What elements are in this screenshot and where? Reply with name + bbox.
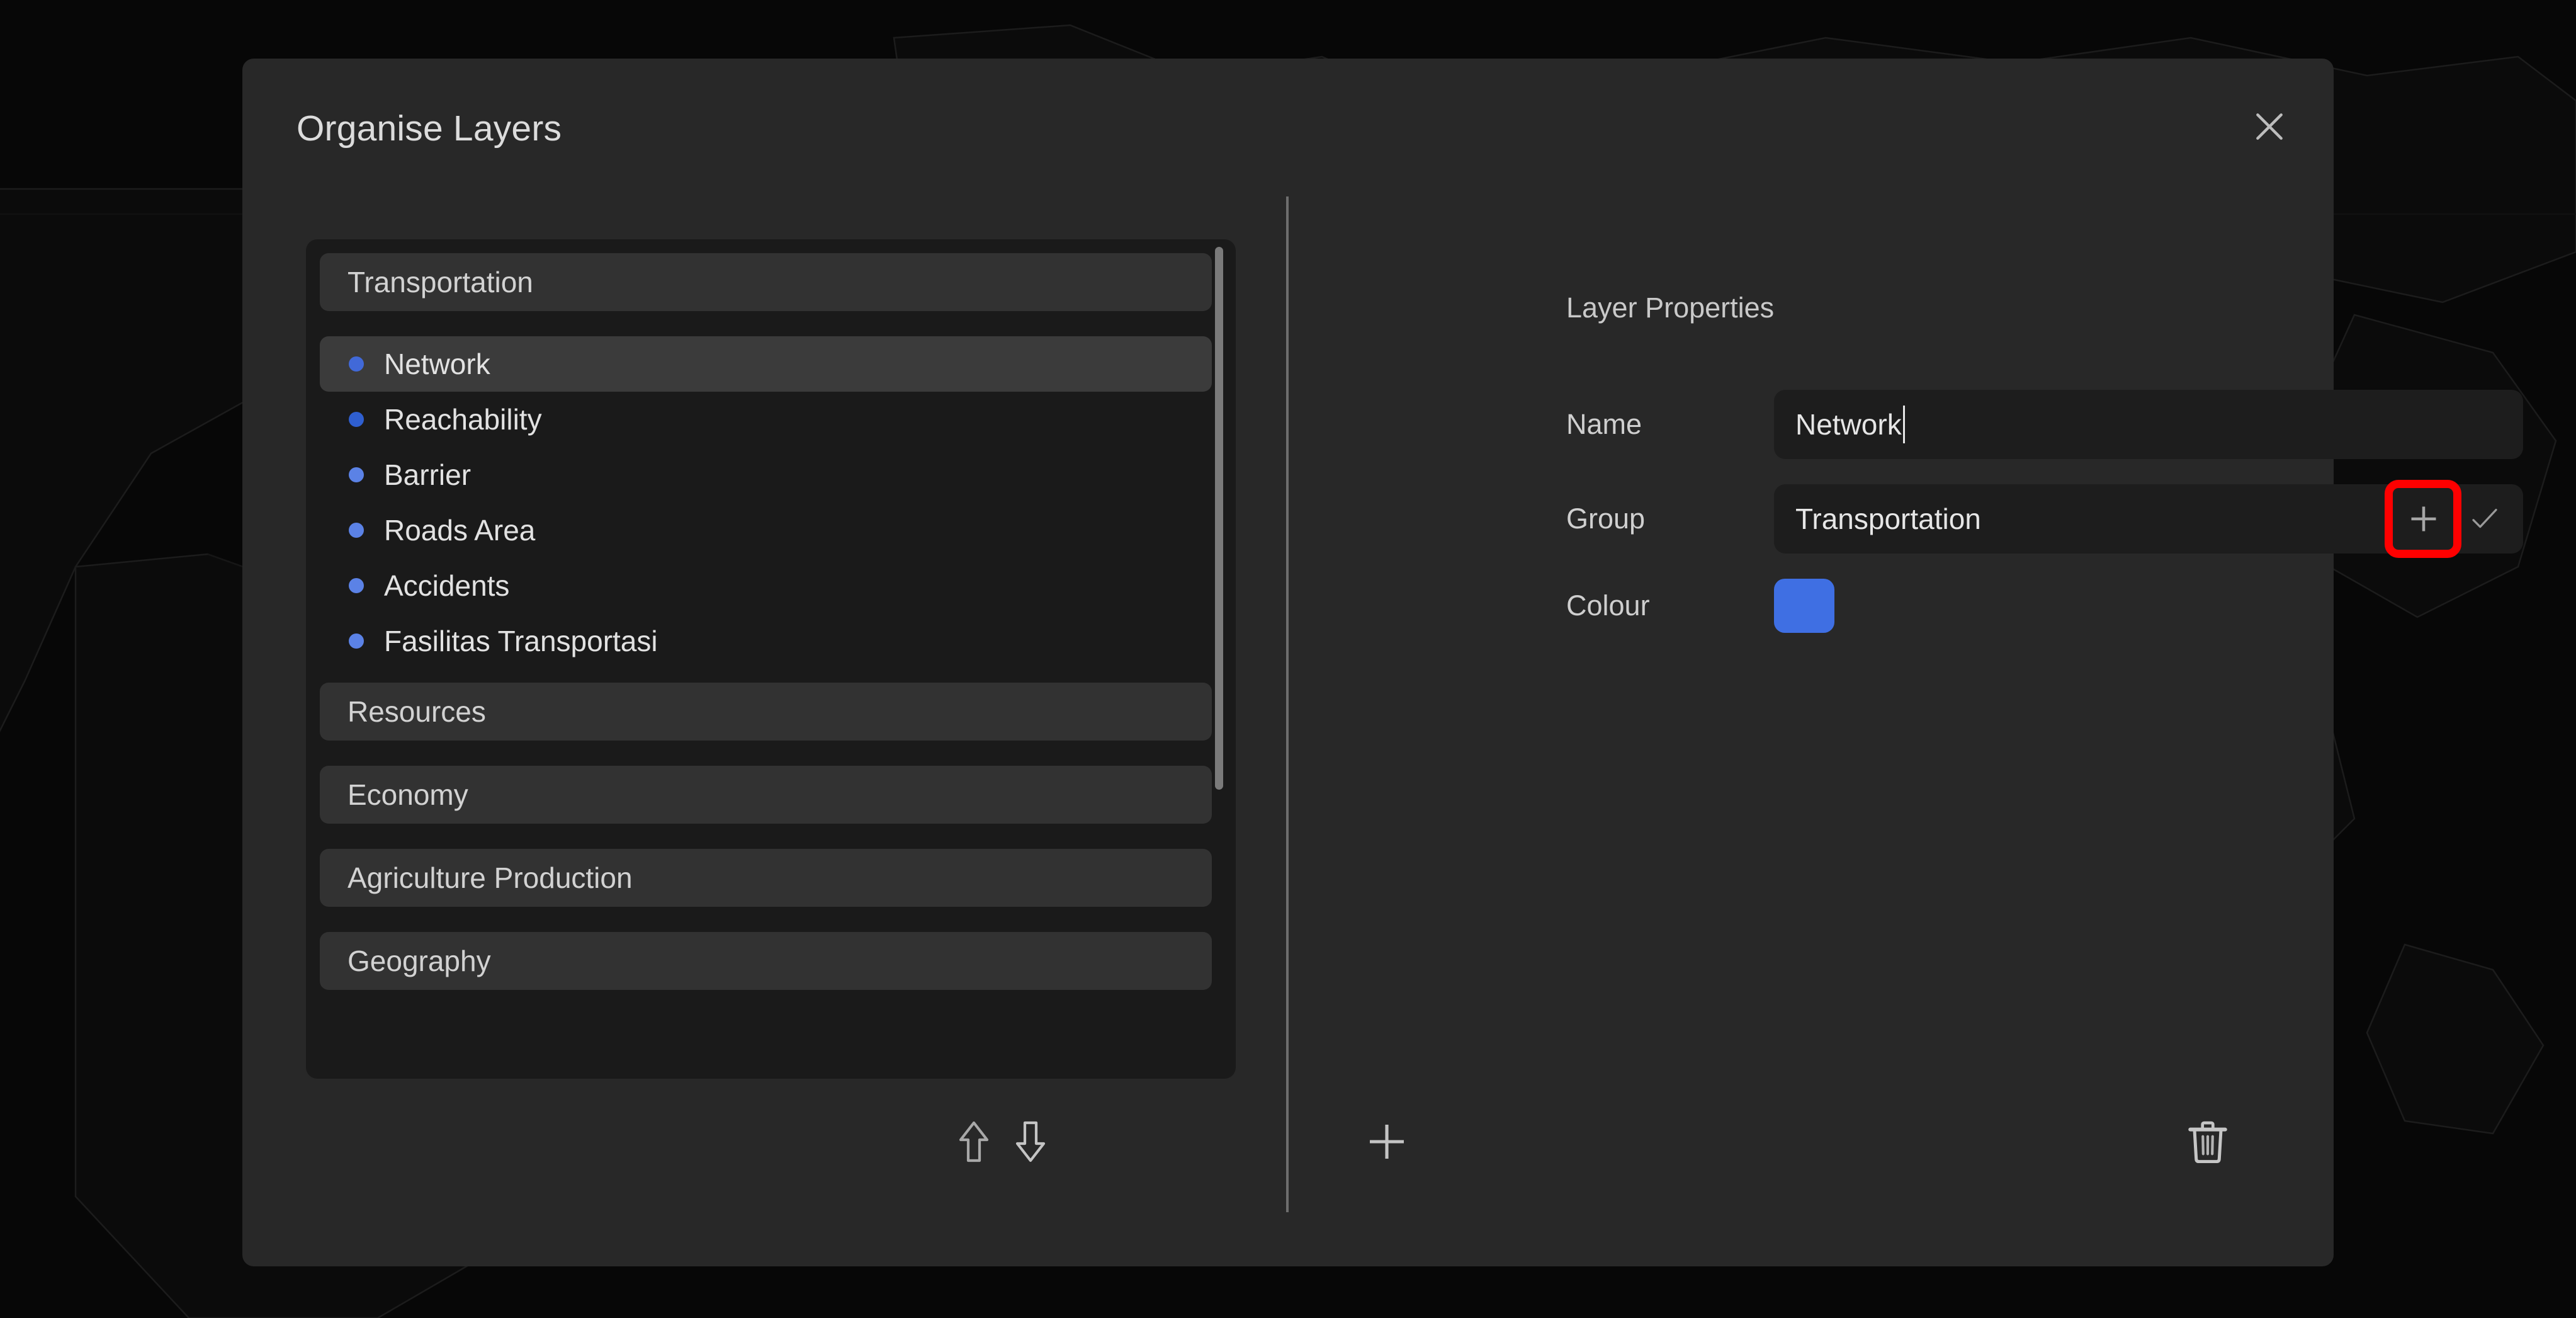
colour-swatch[interactable]: [1774, 579, 1834, 633]
layer-colour-dot-icon: [349, 412, 364, 427]
layer-row[interactable]: Network: [320, 336, 1212, 392]
name-label: Name: [1566, 408, 1642, 440]
layer-list-toolbar: [306, 1096, 1404, 1203]
layer-group-label: Economy: [347, 778, 468, 811]
group-field-value: Transportation: [1795, 503, 1981, 535]
layer-group-row[interactable]: Resources: [320, 683, 1212, 741]
add-group-button[interactable]: [2395, 491, 2452, 547]
layer-list[interactable]: Transportation Network Reachability Barrier…: [306, 239, 1236, 1079]
plus-icon: [2411, 506, 2436, 531]
layer-list-inner: Transportation Network Reachability Barrier…: [306, 239, 1236, 1015]
colour-property-row: Colour: [1566, 579, 2523, 633]
layer-colour-dot-icon: [349, 467, 364, 482]
layer-label: Accidents: [384, 569, 510, 602]
layer-colour-dot-icon: [349, 633, 364, 649]
layer-group-children: Network Reachability Barrier Roads Area Acci…: [320, 336, 1212, 669]
layer-properties-heading: Layer Properties: [1566, 292, 1775, 324]
layer-row[interactable]: Fasilitas Transportasi: [320, 613, 1212, 669]
layer-colour-dot-icon: [349, 356, 364, 372]
trash-icon: [2188, 1121, 2227, 1164]
layer-label: Network: [384, 348, 490, 380]
layer-label: Fasilitas Transportasi: [384, 625, 658, 657]
delete-layer-button[interactable]: [2175, 1109, 2240, 1174]
layer-list-scrollbar-thumb[interactable]: [1215, 247, 1223, 790]
layer-group-label: Geography: [347, 945, 491, 977]
layer-group-row[interactable]: Transportation: [320, 253, 1212, 311]
group-label: Group: [1566, 503, 1646, 535]
group-field[interactable]: Transportation: [1774, 480, 2523, 558]
layer-group-label: Agriculture Production: [347, 861, 633, 894]
layer-row[interactable]: Accidents: [320, 558, 1212, 613]
arrow-down-icon: [1015, 1121, 1046, 1162]
layer-properties-panel: Layer Properties Name Network Group Tran…: [1289, 59, 2523, 1266]
layer-list-scrollbar[interactable]: [1212, 239, 1225, 1079]
confirm-group-button[interactable]: [2465, 501, 2504, 537]
layer-colour-dot-icon: [349, 578, 364, 593]
layer-group-label: Transportation: [347, 266, 533, 298]
colour-label: Colour: [1566, 589, 1650, 622]
layer-colour-dot-icon: [349, 523, 364, 538]
layer-group-row[interactable]: Agriculture Production: [320, 849, 1212, 907]
move-layer-down-button[interactable]: [1002, 1113, 1059, 1171]
organise-layers-dialog: Organise Layers Transportation Network Rea…: [242, 59, 2523, 1266]
move-layer-up-button[interactable]: [945, 1113, 1003, 1171]
check-icon: [2472, 508, 2497, 528]
layer-group-row[interactable]: Geography: [320, 932, 1212, 990]
layer-group-row[interactable]: Economy: [320, 766, 1212, 824]
layer-group-label: Resources: [347, 695, 486, 728]
layer-row[interactable]: Barrier: [320, 447, 1212, 503]
layer-label: Reachability: [384, 403, 542, 436]
group-property-row: Group Transportation: [1566, 480, 2523, 558]
layer-list-panel: Transportation Network Reachability Barrier…: [242, 59, 1404, 1266]
name-field-value: Network: [1795, 408, 1902, 441]
layer-label: Barrier: [384, 458, 472, 491]
name-property-row: Name Network: [1566, 390, 2523, 459]
arrow-up-icon: [959, 1121, 989, 1162]
layer-row[interactable]: Reachability: [320, 392, 1212, 447]
layer-row[interactable]: Roads Area: [320, 503, 1212, 558]
name-field[interactable]: Network: [1774, 390, 2523, 459]
layer-label: Roads Area: [384, 514, 536, 547]
text-caret: [1902, 406, 1905, 443]
